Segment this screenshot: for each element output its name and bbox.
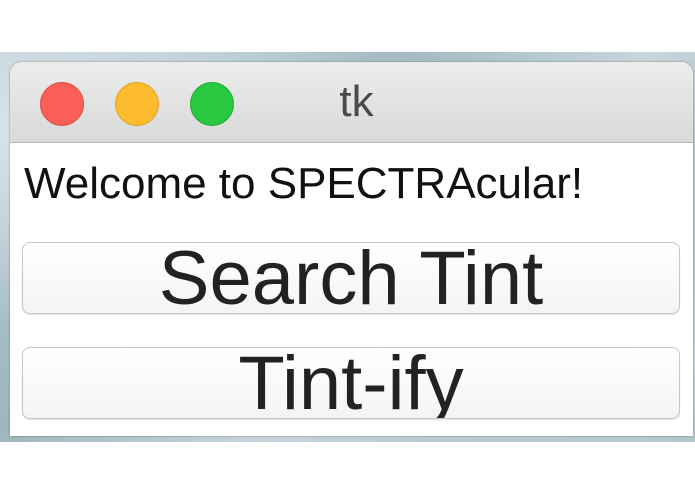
- tintify-button[interactable]: Tint-ify: [22, 347, 680, 419]
- window-title: tk: [339, 77, 374, 126]
- welcome-label: Welcome to SPECTRAcular!: [24, 159, 584, 208]
- title-bar[interactable]: tk: [10, 62, 693, 143]
- search-tint-button[interactable]: Search Tint: [22, 242, 680, 314]
- app-window: tk Welcome to SPECTRAcular! Search Tint …: [10, 62, 693, 436]
